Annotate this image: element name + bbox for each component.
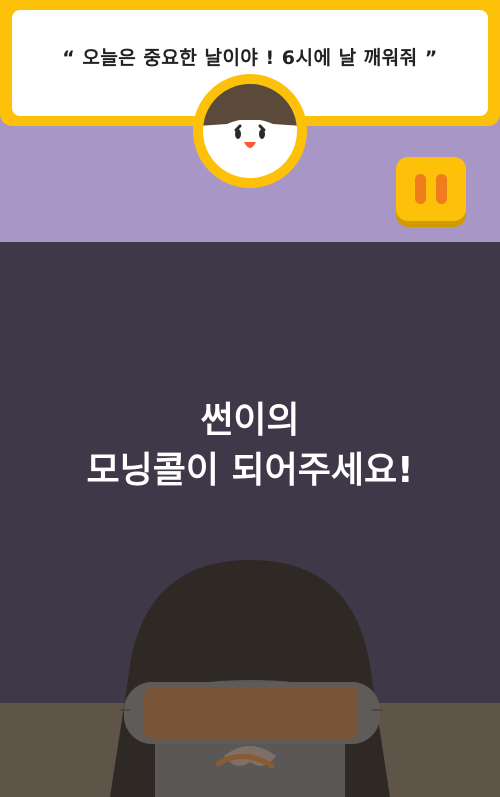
pause-icon-bar-right	[436, 174, 447, 204]
avatar-face-icon	[203, 84, 297, 178]
title-block: 썬이의 모닝콜이 되어주세요!	[0, 396, 500, 496]
title-line-2: 모닝콜이 되어주세요!	[86, 450, 414, 491]
title-line-1: 썬이의	[200, 400, 300, 441]
pause-icon-bar-left	[415, 174, 426, 204]
sleeping-character-icon	[110, 560, 390, 797]
speech-text: “ 오늘은 중요한 날이야 ! 6시에 날 깨워줘 ”	[62, 46, 438, 69]
character-avatar	[193, 74, 307, 188]
pause-button[interactable]	[396, 157, 466, 221]
